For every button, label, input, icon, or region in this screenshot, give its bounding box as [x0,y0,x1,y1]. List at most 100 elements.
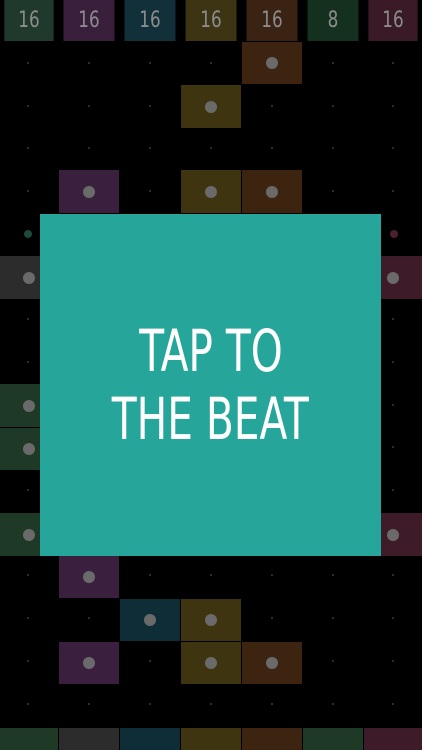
tap-to-start-overlay[interactable]: TAP TO THE BEAT [40,214,381,556]
lane-footer-tile [303,728,363,750]
grid-dot [27,147,29,149]
score-tile-5: 16 [246,0,298,41]
grid-dot [210,703,212,705]
grid-dot [332,147,334,149]
grid-dot [332,574,334,576]
grid-dot [332,105,334,107]
beat-pad[interactable] [242,642,302,684]
pad-dot-icon [205,614,217,626]
pad-dot-icon [83,657,95,669]
grid-dot [27,489,29,491]
pad-dot-icon [83,185,95,198]
grid-dot [392,318,394,320]
score-value: 16 [261,8,283,33]
grid-dot [392,361,394,363]
pad-dot-icon [266,657,278,669]
grid-dot [210,62,212,64]
score-tile-4: 16 [185,0,237,41]
score-tile-2: 16 [63,0,115,41]
grid-dot [332,660,334,662]
grid-dot [27,617,29,619]
beat-pad[interactable] [242,170,302,213]
grid-dot [271,574,273,576]
grid-dot [27,574,29,576]
grid-dot [210,147,212,149]
score-value: 16 [78,8,100,33]
pad-dot-icon [387,528,399,541]
grid-dot [88,703,90,705]
beat-pad[interactable] [181,85,241,128]
grid-dot [88,147,90,149]
lane-marker [390,230,398,238]
pad-dot-icon [23,443,35,455]
overlay-title-line-1: TAP TO [138,317,283,385]
grid-dot [392,617,394,619]
lane-footer-tile [120,728,180,750]
score-tile-1: 16 [4,0,54,41]
game-board[interactable]: 16 16 16 16 16 8 16 TAP TO THE BEAT [0,0,422,750]
score-tile-3: 16 [124,0,176,41]
grid-dot [149,574,151,576]
grid-dot [149,105,151,107]
pad-dot-icon [387,271,399,284]
grid-dot [271,703,273,705]
lane-footer-tile [59,728,119,750]
pad-dot-icon [144,614,156,626]
grid-dot [88,105,90,107]
lane-footer-tile [364,728,422,750]
grid-dot [332,703,334,705]
beat-pad[interactable] [181,642,241,684]
grid-dot [149,190,151,192]
score-value: 16 [18,8,40,33]
grid-dot [27,361,29,363]
grid-dot [27,105,29,107]
grid-dot [27,190,29,192]
overlay-title-line-2: THE BEAT [112,385,309,453]
grid-dot [271,147,273,149]
grid-dot [392,660,394,662]
pad-dot-icon [23,271,35,284]
grid-dot [332,190,334,192]
score-value: 16 [200,8,222,33]
grid-dot [392,703,394,705]
grid-dot [210,574,212,576]
grid-dot [27,62,29,64]
beat-pad[interactable] [181,599,241,641]
beat-pad[interactable] [242,42,302,84]
grid-dot [332,617,334,619]
beat-pad[interactable] [59,170,119,213]
beat-pad[interactable] [59,642,119,684]
grid-dot [149,703,151,705]
pad-dot-icon [205,185,217,198]
grid-dot [88,617,90,619]
grid-dot [392,404,394,406]
pad-dot-icon [83,571,95,583]
pad-dot-icon [205,100,217,113]
grid-dot [392,489,394,491]
grid-dot [149,62,151,64]
score-value: 8 [327,8,339,33]
beat-pad[interactable] [59,556,119,598]
lane-marker [24,230,32,238]
pad-dot-icon [266,185,278,198]
pad-dot-icon [205,657,217,669]
grid-dot [27,703,29,705]
grid-dot [392,446,394,448]
grid-dot [332,62,334,64]
grid-dot [149,660,151,662]
beat-pad[interactable] [181,170,241,213]
grid-dot [392,190,394,192]
grid-dot [88,62,90,64]
score-value: 16 [382,8,404,33]
lane-footer-tile [0,728,58,750]
grid-dot [392,574,394,576]
lane-footer-tile [242,728,302,750]
lane-footer-tile [181,728,241,750]
grid-dot [392,147,394,149]
score-tile-7: 16 [368,0,418,41]
beat-pad[interactable] [120,599,180,641]
grid-dot [271,617,273,619]
grid-dot [149,147,151,149]
pad-dot-icon [23,399,35,412]
grid-dot [392,62,394,64]
